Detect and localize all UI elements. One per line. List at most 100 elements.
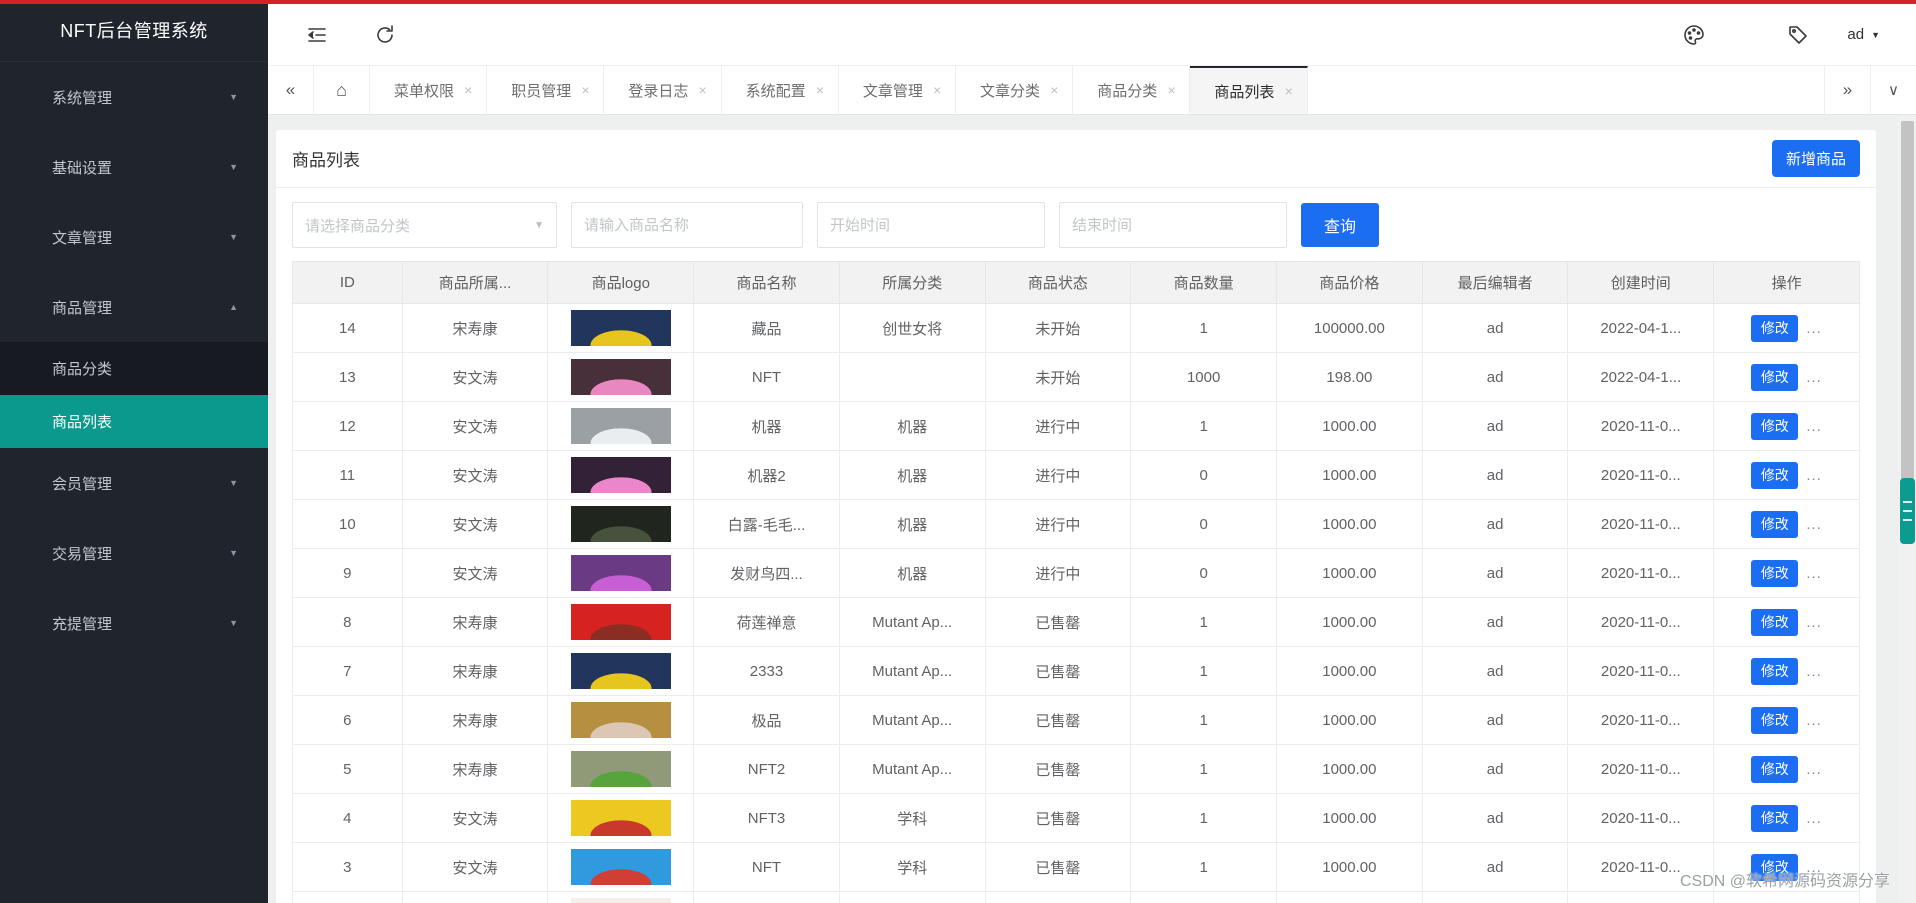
add-product-button[interactable]: 新增商品 [1772, 140, 1860, 177]
more-actions-button[interactable] [1806, 761, 1822, 778]
cell-quantity: 0 [1131, 549, 1277, 598]
more-actions-button[interactable] [1806, 320, 1822, 337]
more-actions-button[interactable] [1806, 810, 1822, 827]
product-name-input[interactable] [571, 202, 803, 248]
tab-item[interactable]: 商品列表 [1190, 66, 1307, 114]
caret-down-icon [229, 478, 238, 488]
cell-category: Mutant Ap... [839, 647, 985, 696]
cell-owner: 宋寿康 [402, 745, 548, 794]
more-actions-button[interactable] [1806, 565, 1822, 582]
more-actions-button[interactable] [1806, 712, 1822, 729]
cell-status: 已售罄 [985, 745, 1131, 794]
sidebar-item-system[interactable]: 系统管理 [0, 62, 268, 132]
cell-owner: 宋寿康 [402, 598, 548, 647]
sidebar-item-members[interactable]: 会员管理 [0, 448, 268, 518]
more-actions-button[interactable] [1806, 369, 1822, 386]
cell-logo [548, 892, 694, 903]
tab-item[interactable]: 登录日志 [604, 66, 721, 114]
home-tab[interactable] [314, 66, 370, 114]
tab-item[interactable]: 文章管理 [839, 66, 956, 114]
edit-button[interactable]: 修改 [1751, 462, 1798, 489]
close-tab-icon[interactable] [1050, 82, 1058, 98]
cell-editor: ad [1422, 745, 1568, 794]
close-tab-icon[interactable] [464, 82, 472, 98]
sidebar-item-label: 充提管理 [52, 613, 112, 634]
more-actions-button[interactable] [1806, 516, 1822, 533]
cell-created: 2020-11-0... [1568, 500, 1714, 549]
tabs-scroll-left-button[interactable] [268, 66, 314, 114]
cell-category: 学科 [839, 843, 985, 892]
tabbar-spacer [1308, 66, 1824, 114]
sidebar-item-product-categories[interactable]: 商品分类 [0, 342, 268, 395]
more-actions-button[interactable] [1806, 663, 1822, 680]
refresh-icon[interactable] [372, 22, 398, 48]
cell-actions: 修改 [1714, 549, 1860, 598]
edit-button[interactable]: 修改 [1751, 756, 1798, 783]
sidebar-item-trades[interactable]: 交易管理 [0, 518, 268, 588]
loading-progress-bar [0, 0, 1916, 4]
more-actions-button[interactable] [1806, 614, 1822, 631]
more-actions-button[interactable] [1806, 467, 1822, 484]
cell-id: 4 [293, 794, 403, 843]
tabs-scroll-right-button[interactable] [1824, 66, 1870, 114]
scrollbar-thumb[interactable] [1901, 121, 1914, 481]
table-column-header: 商品logo [548, 262, 694, 304]
edit-button[interactable]: 修改 [1751, 707, 1798, 734]
cell-quantity: 1 [1131, 647, 1277, 696]
tab-item[interactable]: 商品分类 [1073, 66, 1190, 114]
scrollbar-marker[interactable] [1900, 478, 1915, 544]
cell-id: 7 [293, 647, 403, 696]
edit-button[interactable]: 修改 [1751, 315, 1798, 342]
table-column-header: 操作 [1714, 262, 1860, 304]
sidebar-item-products[interactable]: 商品管理 [0, 272, 268, 342]
caret-down-icon [229, 618, 238, 628]
category-select[interactable]: 请选择商品分类 [292, 202, 557, 248]
close-tab-icon[interactable] [698, 82, 706, 98]
tab-label: 职员管理 [511, 80, 571, 101]
tabs-menu-button[interactable] [1870, 66, 1916, 114]
table-row: 9 安文涛 发财鸟四... 机器 进行中 0 1000.00 ad 2020-1… [293, 549, 1860, 598]
cell-created: 2020-11-0... [1568, 696, 1714, 745]
cell-owner: 安文涛 [402, 794, 548, 843]
caret-down-icon [229, 162, 238, 172]
app-title: NFT后台管理系统 [0, 0, 268, 62]
close-tab-icon[interactable] [581, 82, 589, 98]
edit-button[interactable]: 修改 [1751, 658, 1798, 685]
edit-button[interactable]: 修改 [1751, 511, 1798, 538]
cell-owner: 宋寿康 [402, 696, 548, 745]
cell-created: 2022-04-1... [1568, 304, 1714, 353]
cell-created: 2020-11-0... [1568, 647, 1714, 696]
tab-label: 登录日志 [628, 80, 688, 101]
sidebar-item-product-list[interactable]: 商品列表 [0, 395, 268, 448]
close-tab-icon[interactable] [933, 82, 941, 98]
close-tab-icon[interactable] [1284, 83, 1292, 99]
edit-button[interactable]: 修改 [1751, 560, 1798, 587]
product-logo [571, 457, 671, 493]
edit-button[interactable]: 修改 [1751, 609, 1798, 636]
sidebar-item-deposits[interactable]: 充提管理 [0, 588, 268, 658]
cell-actions: 修改 [1714, 500, 1860, 549]
cell-name: 荷莲禅意 [694, 598, 840, 647]
tab-item[interactable]: 系统配置 [722, 66, 839, 114]
edit-button[interactable]: 修改 [1751, 805, 1798, 832]
search-button[interactable]: 查询 [1301, 203, 1379, 247]
more-actions-button[interactable] [1806, 418, 1822, 435]
tab-item[interactable]: 文章分类 [956, 66, 1073, 114]
collapse-sidebar-icon[interactable] [304, 22, 330, 48]
close-tab-icon[interactable] [1167, 82, 1175, 98]
edit-button[interactable]: 修改 [1751, 413, 1798, 440]
user-menu[interactable]: ad [1847, 26, 1880, 43]
sidebar-item-articles[interactable]: 文章管理 [0, 202, 268, 272]
tab-label: 商品分类 [1097, 80, 1157, 101]
end-time-input[interactable] [1059, 202, 1287, 248]
cell-owner: 安文涛 [402, 892, 548, 903]
tab-item[interactable]: 职员管理 [487, 66, 604, 114]
theme-palette-icon[interactable] [1681, 22, 1707, 48]
start-time-input[interactable] [817, 202, 1045, 248]
edit-button[interactable]: 修改 [1751, 364, 1798, 391]
cell-actions: 修改 [1714, 598, 1860, 647]
close-tab-icon[interactable] [816, 82, 824, 98]
tag-icon[interactable] [1785, 22, 1811, 48]
sidebar-item-basic-settings[interactable]: 基础设置 [0, 132, 268, 202]
tab-item[interactable]: 菜单权限 [370, 66, 487, 114]
